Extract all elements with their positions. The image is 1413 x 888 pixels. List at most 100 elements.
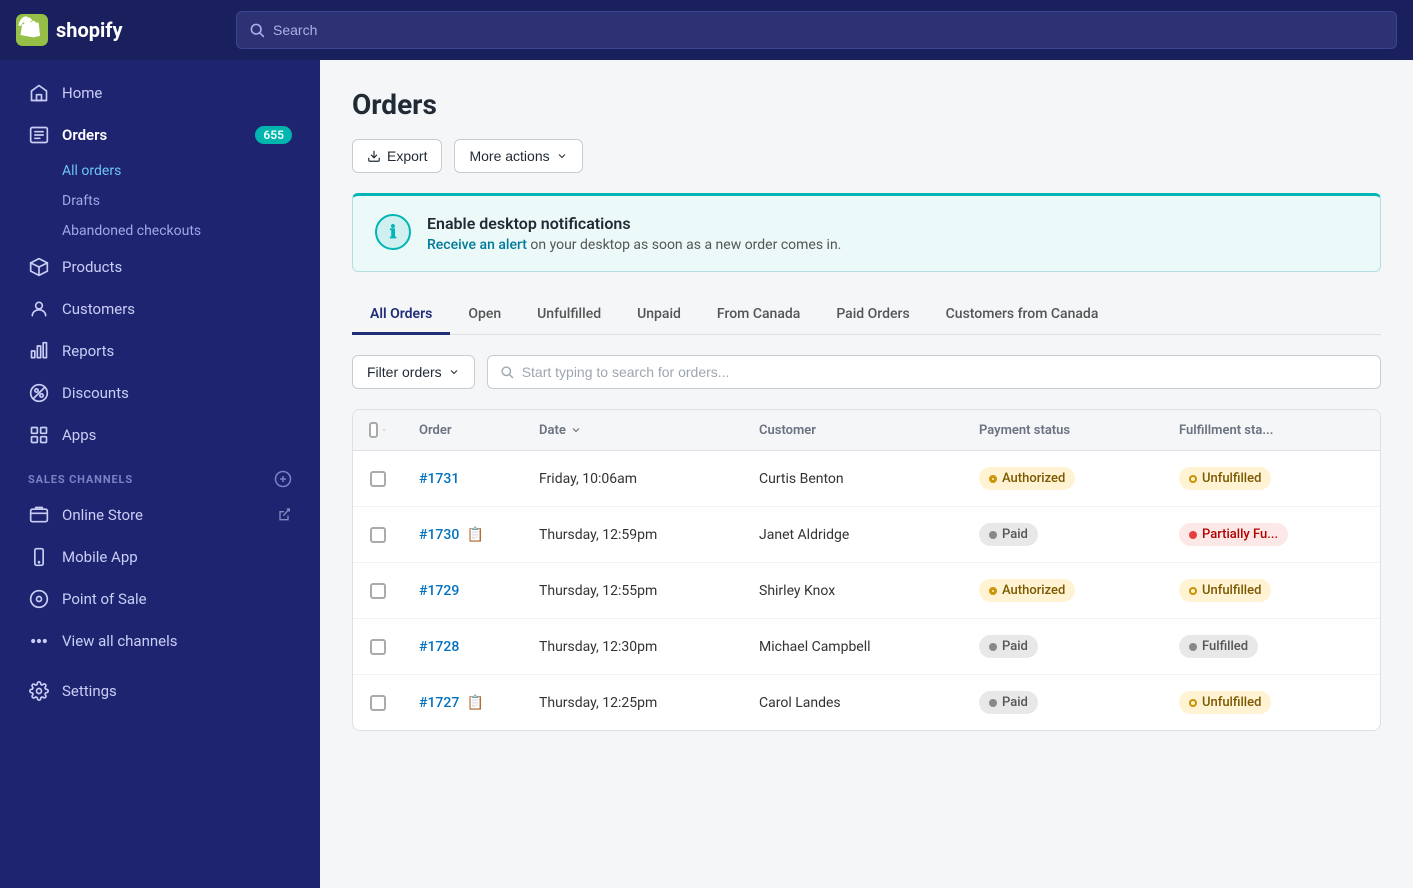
sidebar-item-label: Discounts xyxy=(62,384,129,402)
row-checkbox[interactable] xyxy=(353,567,403,615)
payment-status: Paid xyxy=(963,507,1163,562)
sidebar-item-label: Apps xyxy=(62,426,96,444)
badge-dot xyxy=(989,699,997,707)
tab-open[interactable]: Open xyxy=(450,296,519,335)
filter-row: Filter orders xyxy=(352,355,1381,389)
order-number[interactable]: #1730 📋 xyxy=(403,511,523,559)
th-payment-status: Payment status xyxy=(963,411,1163,450)
sidebar-item-view-all-channels[interactable]: View all channels xyxy=(8,620,312,662)
more-channels-icon xyxy=(28,630,50,652)
customers-icon xyxy=(28,298,50,320)
filter-button[interactable]: Filter orders xyxy=(352,355,475,389)
payment-status: Authorized xyxy=(963,451,1163,506)
payment-badge: Paid xyxy=(979,523,1038,546)
sidebar-item-label: Home xyxy=(62,84,102,102)
external-link-icon[interactable] xyxy=(276,507,292,523)
sidebar-item-label: View all channels xyxy=(62,632,178,650)
main-content: Orders Export More actions ℹ Enable desk… xyxy=(320,60,1413,888)
home-icon xyxy=(28,82,50,104)
notification-body: Receive an alert on your desktop as soon… xyxy=(427,237,841,253)
notification-link[interactable]: Receive an alert xyxy=(427,237,527,253)
tab-unfulfilled[interactable]: Unfulfilled xyxy=(519,296,619,335)
fulfillment-status: Unfulfilled xyxy=(1163,563,1363,618)
sidebar-sub-drafts[interactable]: Drafts xyxy=(8,186,312,216)
th-checkbox[interactable] xyxy=(353,410,403,450)
payment-status: Paid xyxy=(963,619,1163,674)
tab-unpaid[interactable]: Unpaid xyxy=(619,296,699,335)
sidebar-item-apps[interactable]: Apps xyxy=(8,414,312,456)
tab-paid-orders[interactable]: Paid Orders xyxy=(818,296,927,335)
export-button[interactable]: Export xyxy=(352,139,442,173)
sidebar-item-discounts[interactable]: Discounts xyxy=(8,372,312,414)
th-date[interactable]: Date xyxy=(523,411,743,450)
chevron-down-icon[interactable] xyxy=(382,425,387,435)
sidebar-item-online-store[interactable]: Online Store xyxy=(8,494,312,536)
row-checkbox[interactable] xyxy=(353,511,403,559)
table-row: #1730 📋 Thursday, 12:59pm Janet Aldridge… xyxy=(353,507,1380,563)
order-number[interactable]: #1728 xyxy=(403,623,523,671)
sidebar-item-label: Customers xyxy=(62,300,135,318)
sidebar: Home Orders 655 All orders Drafts Abando… xyxy=(0,60,320,888)
sidebar-item-orders[interactable]: Orders 655 xyxy=(8,114,312,156)
online-store-icon xyxy=(28,504,50,526)
orders-search-container[interactable] xyxy=(487,355,1381,389)
sidebar-item-products[interactable]: Products xyxy=(8,246,312,288)
filter-label: Filter orders xyxy=(367,364,442,380)
order-number[interactable]: #1731 xyxy=(403,455,523,503)
tab-customers-from-canada[interactable]: Customers from Canada xyxy=(928,296,1117,335)
badge-dot xyxy=(989,531,997,539)
sidebar-item-reports[interactable]: Reports xyxy=(8,330,312,372)
sidebar-item-pos[interactable]: Point of Sale xyxy=(8,578,312,620)
fulfillment-status: Unfulfilled xyxy=(1163,675,1363,730)
row-checkbox[interactable] xyxy=(353,623,403,671)
tabs: All Orders Open Unfulfilled Unpaid From … xyxy=(352,296,1381,335)
order-customer: Shirley Knox xyxy=(743,567,963,615)
payment-status: Paid xyxy=(963,675,1163,730)
add-channel-icon[interactable] xyxy=(274,470,292,488)
reports-icon xyxy=(28,340,50,362)
row-checkbox[interactable] xyxy=(353,455,403,503)
sidebar-item-label: Online Store xyxy=(62,506,143,524)
order-date: Thursday, 12:59pm xyxy=(523,511,743,559)
row-checkbox[interactable] xyxy=(353,679,403,727)
payment-badge: Paid xyxy=(979,691,1038,714)
th-fulfillment-status: Fulfillment sta... xyxy=(1163,411,1363,450)
sidebar-sub-all-orders[interactable]: All orders xyxy=(8,156,312,186)
sidebar-item-customers[interactable]: Customers xyxy=(8,288,312,330)
order-customer: Carol Landes xyxy=(743,679,963,727)
orders-search-input[interactable] xyxy=(522,364,1368,380)
tab-from-canada[interactable]: From Canada xyxy=(699,296,818,335)
order-date: Thursday, 12:30pm xyxy=(523,623,743,671)
sidebar-item-home[interactable]: Home xyxy=(8,72,312,114)
more-actions-button[interactable]: More actions xyxy=(454,139,582,173)
sidebar-sub-abandoned-checkouts[interactable]: Abandoned checkouts xyxy=(8,216,312,246)
shopify-logo-icon xyxy=(16,14,48,46)
order-customer: Michael Campbell xyxy=(743,623,963,671)
sidebar-item-settings[interactable]: Settings xyxy=(8,670,312,712)
order-date: Friday, 10:06am xyxy=(523,455,743,503)
sidebar-item-label: Settings xyxy=(62,682,117,700)
note-icon: 📋 xyxy=(467,527,484,543)
order-number[interactable]: #1729 xyxy=(403,567,523,615)
sub-label: Abandoned checkouts xyxy=(62,223,201,239)
search-icon xyxy=(249,22,265,38)
select-all-checkbox[interactable] xyxy=(369,422,378,438)
more-actions-label: More actions xyxy=(469,148,549,164)
logo[interactable]: shopify xyxy=(16,14,216,46)
settings-icon xyxy=(28,680,50,702)
order-number[interactable]: #1727 📋 xyxy=(403,679,523,727)
search-input[interactable] xyxy=(273,22,1384,38)
tab-all-orders[interactable]: All Orders xyxy=(352,296,450,335)
fulfillment-badge: Partially Fu... xyxy=(1179,523,1288,546)
sidebar-item-label: Products xyxy=(62,258,122,276)
search-bar[interactable] xyxy=(236,11,1397,49)
page-title: Orders xyxy=(352,88,1381,121)
badge-dot xyxy=(989,643,997,651)
badge-dot xyxy=(1189,643,1197,651)
badge-dot xyxy=(989,587,997,595)
sidebar-item-mobile-app[interactable]: Mobile App xyxy=(8,536,312,578)
chevron-down-icon xyxy=(448,366,460,378)
payment-badge: Authorized xyxy=(979,467,1075,490)
table-row: #1731 Friday, 10:06am Curtis Benton Auth… xyxy=(353,451,1380,507)
table-row: #1729 Thursday, 12:55pm Shirley Knox Aut… xyxy=(353,563,1380,619)
